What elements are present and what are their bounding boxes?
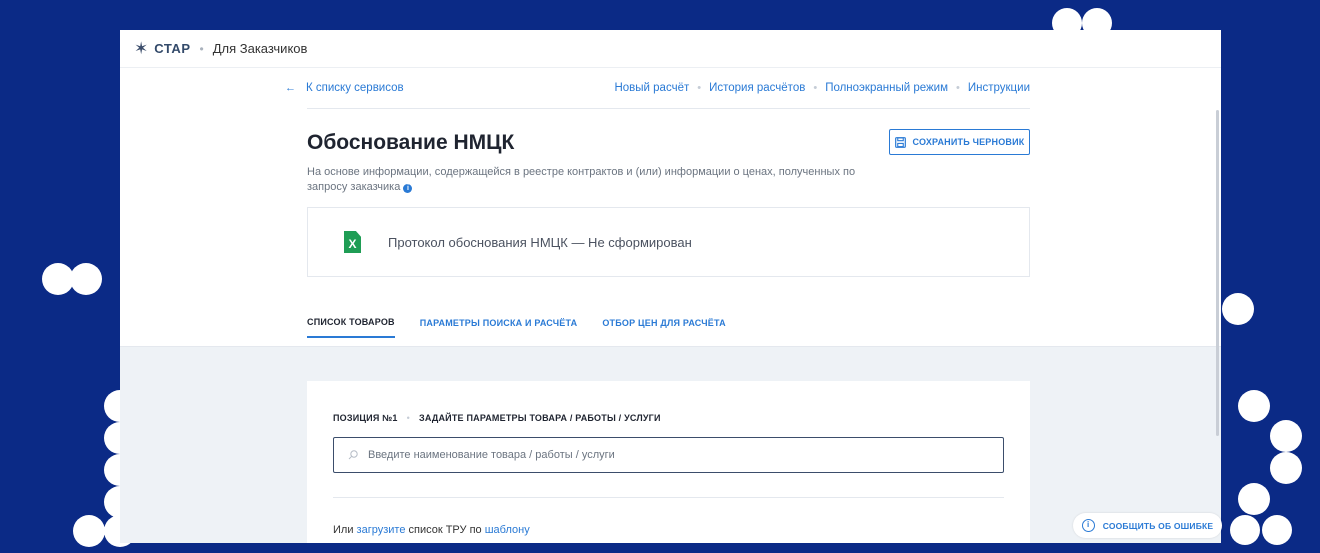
vertical-scrollbar[interactable] bbox=[1216, 110, 1219, 436]
tabs: СПИСОК ТОВАРОВ ПАРАМЕТРЫ ПОИСКА И РАСЧЁТ… bbox=[307, 317, 751, 338]
section-name[interactable]: Для Заказчиков bbox=[213, 41, 308, 56]
protocol-card: X Протокол обоснования НМЦК — Не сформир… bbox=[307, 207, 1030, 277]
upload-link[interactable]: загрузите bbox=[357, 524, 406, 536]
main-content: ← К списку сервисов Новый расчёт • Истор… bbox=[285, 68, 1030, 338]
calculation-history-link[interactable]: История расчётов bbox=[709, 82, 805, 94]
template-link[interactable]: шаблону bbox=[485, 524, 530, 536]
product-search-input[interactable]: Введите наименование товара / работы / у… bbox=[333, 437, 1004, 473]
form-area: ПОЗИЦИЯ №1 • ЗАДАЙТЕ ПАРАМЕТРЫ ТОВАРА / … bbox=[120, 346, 1221, 543]
position-header: ПОЗИЦИЯ №1 • ЗАДАЙТЕ ПАРАМЕТРЫ ТОВАРА / … bbox=[333, 413, 661, 423]
arrow-left-icon: ← bbox=[285, 82, 296, 94]
fullscreen-mode-link[interactable]: Полноэкранный режим bbox=[825, 82, 948, 94]
upload-middle-text: список ТРУ по bbox=[408, 524, 482, 536]
tab-search-parameters[interactable]: ПАРАМЕТРЫ ПОИСКА И РАСЧЁТА bbox=[420, 318, 578, 337]
tab-price-selection[interactable]: ОТБОР ЦЕН ДЛЯ РАСЧЁТА bbox=[602, 318, 725, 337]
app-window: ✶ СТАР • Для Заказчиков ← К списку серви… bbox=[120, 30, 1221, 543]
excel-icon-letter: X bbox=[348, 237, 357, 251]
report-error-button[interactable]: i СООБЩИТЬ ОБ ОШИБКЕ bbox=[1073, 513, 1222, 538]
save-draft-button[interactable]: СОХРАНИТЬ ЧЕРНОВИК bbox=[889, 129, 1030, 155]
excel-file-icon: X bbox=[344, 231, 361, 253]
info-icon[interactable]: i bbox=[403, 184, 413, 193]
sub-navigation: ← К списку сервисов Новый расчёт • Истор… bbox=[285, 68, 1030, 109]
upload-row: Или загрузите список ТРУ по шаблону bbox=[333, 524, 530, 536]
info-circle-icon: i bbox=[1081, 519, 1095, 532]
title-row: Обоснование НМЦК СОХРАНИТЬ ЧЕРНОВИК bbox=[307, 129, 1030, 155]
top-header: ✶ СТАР • Для Заказчиков bbox=[120, 30, 1221, 68]
protocol-status: Протокол обоснования НМЦК — Не сформиров… bbox=[388, 234, 692, 250]
position-card: ПОЗИЦИЯ №1 • ЗАДАЙТЕ ПАРАМЕТРЫ ТОВАРА / … bbox=[307, 381, 1030, 543]
star-logo-icon[interactable]: ✶ bbox=[134, 39, 148, 59]
page-description: На основе информации, содержащейся в рее… bbox=[307, 165, 867, 195]
search-placeholder: Введите наименование товара / работы / у… bbox=[368, 449, 615, 461]
header-separator: • bbox=[199, 41, 204, 56]
brand-name[interactable]: СТАР bbox=[154, 41, 190, 56]
position-number: ПОЗИЦИЯ №1 bbox=[333, 413, 398, 423]
subnav-links: Новый расчёт • История расчётов • Полноэ… bbox=[614, 82, 1030, 94]
upload-prefix: Или bbox=[333, 524, 354, 536]
save-draft-label: СОХРАНИТЬ ЧЕРНОВИК bbox=[912, 137, 1025, 147]
position-params-label: ЗАДАЙТЕ ПАРАМЕТРЫ ТОВАРА / РАБОТЫ / УСЛУ… bbox=[419, 413, 661, 423]
tab-products-list[interactable]: СПИСОК ТОВАРОВ bbox=[307, 317, 395, 338]
back-link-label: К списку сервисов bbox=[306, 82, 404, 94]
divider bbox=[333, 497, 1004, 498]
new-calculation-link[interactable]: Новый расчёт bbox=[614, 82, 689, 94]
search-icon bbox=[348, 450, 358, 460]
instructions-link[interactable]: Инструкции bbox=[968, 82, 1030, 94]
floppy-disk-icon bbox=[894, 136, 906, 148]
description-text: На основе информации, содержащейся в рее… bbox=[307, 166, 856, 193]
report-error-label: СООБЩИТЬ ОБ ОШИБКЕ bbox=[1102, 520, 1214, 531]
back-link[interactable]: ← К списку сервисов bbox=[285, 82, 404, 94]
